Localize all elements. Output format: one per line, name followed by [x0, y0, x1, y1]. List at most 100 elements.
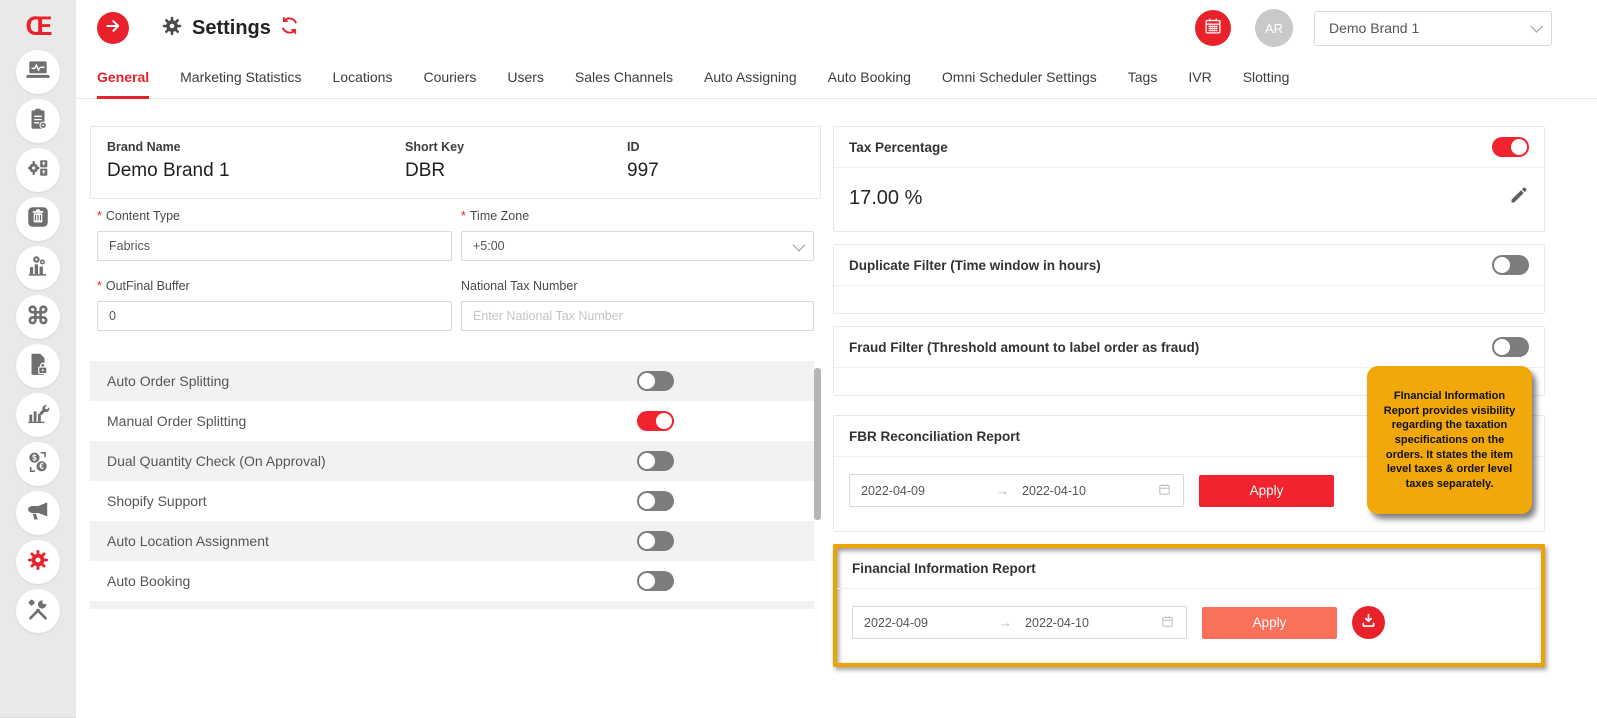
- financial-information-report-card: Financial Information Report 2022-04-09 …: [837, 548, 1541, 663]
- outfinal-buffer-input[interactable]: [97, 301, 452, 331]
- avatar[interactable]: AR: [1255, 9, 1293, 47]
- national-tax-number-input[interactable]: [461, 301, 814, 331]
- brand-dropdown-value: Demo Brand 1: [1329, 20, 1419, 36]
- financial-apply-button[interactable]: Apply: [1202, 607, 1337, 639]
- fbr-start-date[interactable]: 2022-04-09: [861, 484, 996, 498]
- currency-exchange-icon: $€: [25, 449, 51, 480]
- toggle-list-scrollbar[interactable]: [814, 368, 821, 520]
- orders-clipboard-icon: [25, 106, 51, 137]
- id-label: ID: [627, 140, 804, 154]
- sidebar-item-secure-documents[interactable]: [16, 344, 60, 388]
- topbar: Settings AR Demo Brand 1: [76, 0, 1597, 56]
- financial-end-date[interactable]: 2022-04-10: [1025, 616, 1160, 630]
- tab-ivr[interactable]: IVR: [1188, 69, 1211, 98]
- toggle-row-manual-order-splitting: Manual Order Splitting: [90, 401, 814, 441]
- fraud-filter-label: Fraud Filter (Threshold amount to label …: [849, 340, 1199, 355]
- tab-sales-channels[interactable]: Sales Channels: [575, 69, 673, 98]
- toggle-label: Auto Location Assignment: [107, 533, 637, 549]
- shopify-support-toggle[interactable]: [637, 491, 674, 511]
- download-icon: [1359, 611, 1378, 635]
- financial-report-label: Financial Information Report: [852, 561, 1036, 576]
- secure-document-icon: [25, 351, 51, 382]
- fbr-date-range-picker[interactable]: 2022-04-09 → 2022-04-10: [849, 474, 1184, 507]
- dashboard-monitor-icon: [25, 57, 51, 88]
- sidebar-item-command[interactable]: ⌘: [16, 295, 60, 339]
- edit-pencil-icon[interactable]: [1508, 185, 1529, 211]
- svg-text:€: €: [39, 462, 44, 471]
- financial-report-tooltip: FInancial Information Report provides vi…: [1367, 366, 1532, 514]
- toggle-label: Auto Order Splitting: [107, 373, 637, 389]
- feature-toggle-list: Auto Order Splitting Manual Order Splitt…: [90, 361, 821, 609]
- tax-percentage-value: 17.00 %: [849, 187, 922, 210]
- time-zone-label: *Time Zone: [461, 209, 814, 223]
- financial-download-button[interactable]: [1352, 606, 1385, 639]
- announcements-icon: [25, 498, 51, 529]
- page-title: Settings: [192, 17, 271, 40]
- sidebar-item-settings[interactable]: [16, 540, 60, 584]
- tools-icon: [25, 596, 51, 627]
- fulfillment-gear-icon: [25, 155, 51, 186]
- sidebar-item-report-tools[interactable]: [16, 393, 60, 437]
- calendar-icon: [1160, 614, 1175, 632]
- brand-name-value: Demo Brand 1: [107, 160, 405, 182]
- tab-marketing-statistics[interactable]: Marketing Statistics: [180, 69, 301, 98]
- range-arrow-icon: →: [999, 615, 1025, 630]
- time-zone-select[interactable]: +5:00: [461, 231, 814, 261]
- sidebar-item-currency-exchange[interactable]: $€: [16, 442, 60, 486]
- sidebar-item-analytics[interactable]: [16, 246, 60, 290]
- brand-dropdown[interactable]: Demo Brand 1: [1314, 11, 1552, 46]
- duplicate-filter-toggle[interactable]: [1492, 255, 1529, 275]
- sidebar-item-trash[interactable]: [16, 197, 60, 241]
- refresh-icon[interactable]: [279, 15, 300, 41]
- sidebar-expand-button[interactable]: [97, 12, 129, 44]
- tab-couriers[interactable]: Couriers: [423, 69, 476, 98]
- chevron-down-icon: [793, 238, 806, 251]
- fbr-end-date[interactable]: 2022-04-10: [1022, 484, 1157, 498]
- fbr-apply-button[interactable]: Apply: [1199, 475, 1334, 507]
- tab-general[interactable]: General: [97, 69, 149, 98]
- sidebar-item-announcements[interactable]: [16, 491, 60, 535]
- tab-auto-booking[interactable]: Auto Booking: [828, 69, 911, 98]
- financial-date-range-picker[interactable]: 2022-04-09 → 2022-04-10: [852, 606, 1187, 639]
- sidebar-item-tools[interactable]: [16, 589, 60, 633]
- toggle-row-auto-booking: Auto Booking: [90, 561, 814, 601]
- toggle-label: Shopify Support: [107, 493, 637, 509]
- sidebar-item-fulfillment[interactable]: [16, 148, 60, 192]
- calendar-button[interactable]: [1195, 10, 1231, 46]
- time-zone-value: +5:00: [473, 239, 505, 253]
- outfinal-buffer-label: *OutFinal Buffer: [97, 279, 452, 293]
- auto-location-assignment-toggle[interactable]: [637, 531, 674, 551]
- tab-users[interactable]: Users: [507, 69, 544, 98]
- toggle-label: Auto Booking: [107, 573, 637, 589]
- fraud-filter-toggle[interactable]: [1492, 337, 1529, 357]
- svg-text:$: $: [32, 453, 37, 462]
- toggle-label: Manual Order Splitting: [107, 413, 637, 429]
- auto-order-splitting-toggle[interactable]: [637, 371, 674, 391]
- toggle-label: Dual Quantity Check (On Approval): [107, 453, 637, 469]
- tax-percentage-label: Tax Percentage: [849, 140, 948, 155]
- sidebar-item-orders[interactable]: [16, 99, 60, 143]
- auto-booking-toggle[interactable]: [637, 571, 674, 591]
- dual-quantity-check-toggle[interactable]: [637, 451, 674, 471]
- tab-omni-scheduler-settings[interactable]: Omni Scheduler Settings: [942, 69, 1097, 98]
- tab-tags[interactable]: Tags: [1128, 69, 1158, 98]
- content-type-input[interactable]: [97, 231, 452, 261]
- settings-gear-icon: [160, 14, 184, 43]
- sidebar-item-dashboard[interactable]: [16, 50, 60, 94]
- duplicate-filter-value-area: [834, 286, 1544, 313]
- settings-tab-bar: General Marketing Statistics Locations C…: [76, 56, 1597, 99]
- analytics-gear-icon: [25, 253, 51, 284]
- financial-start-date[interactable]: 2022-04-09: [864, 616, 999, 630]
- tax-percentage-toggle[interactable]: [1492, 137, 1529, 157]
- tab-slotting[interactable]: Slotting: [1243, 69, 1290, 98]
- short-key-label: Short Key: [405, 140, 627, 154]
- manual-order-splitting-toggle[interactable]: [637, 411, 674, 431]
- general-settings-right-column: Tax Percentage 17.00 % Duplicate Filter …: [833, 126, 1545, 667]
- brand-name-label: Brand Name: [107, 140, 405, 154]
- tab-auto-assigning[interactable]: Auto Assigning: [704, 69, 797, 98]
- arrow-right-icon: [104, 17, 122, 40]
- calendar-icon: [1202, 15, 1224, 42]
- chevron-down-icon: [1530, 20, 1543, 33]
- main-area: Settings AR Demo Brand 1 General Marketi…: [76, 0, 1597, 718]
- tab-locations[interactable]: Locations: [333, 69, 393, 98]
